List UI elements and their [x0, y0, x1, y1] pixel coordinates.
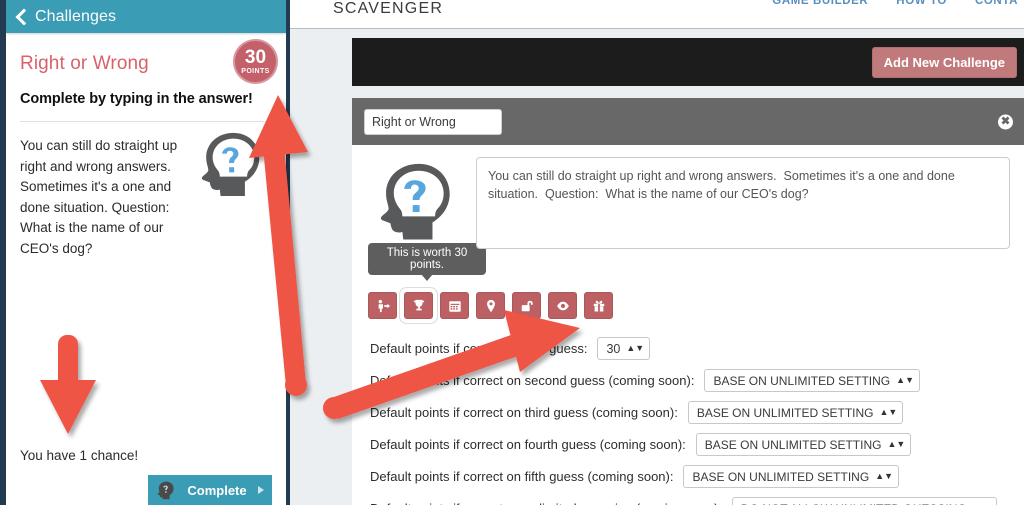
setting-label: Default points if correct on second gues…: [370, 373, 695, 388]
close-circle-icon[interactable]: ✖: [998, 114, 1013, 129]
site-logo-text[interactable]: SCAVENGER: [333, 0, 443, 18]
fourth-guess-points-select[interactable]: BASE ON UNLIMITED SETTING ▲▼: [695, 433, 912, 456]
builder-content: Add New Challenge ✖: [290, 29, 1024, 505]
calendar-icon[interactable]: [440, 292, 469, 319]
select-value: BASE ON UNLIMITED SETTING: [704, 437, 882, 452]
chevron-updown-icon: ▲▼: [887, 438, 906, 449]
setting-row-third-guess: Default points if correct on third guess…: [370, 401, 1024, 424]
trophy-icon[interactable]: [404, 292, 433, 319]
challenge-description-textarea[interactable]: You can still do straight up right and w…: [476, 157, 1010, 249]
complete-button-label: Complete: [187, 482, 247, 498]
add-new-challenge-button[interactable]: Add New Challenge: [871, 46, 1017, 78]
head-question-mark-icon: [156, 480, 176, 500]
setting-label: Default points if correct on fifth guess…: [370, 469, 674, 484]
chevron-updown-icon: ▲▼: [875, 470, 894, 481]
challenge-type-icon-row: [352, 275, 1024, 319]
chances-text: You have 1 chance!: [20, 448, 139, 463]
setting-label: Default points if correct on unlimited g…: [370, 501, 722, 505]
setting-label: Default points if correct on fourth gues…: [370, 437, 686, 452]
second-guess-points-select[interactable]: BASE ON UNLIMITED SETTING ▲▼: [704, 369, 920, 392]
phone-footer: You have 1 chance! Complete: [6, 448, 286, 505]
phone-preview-panel: Challenges 30 POINTS Right or Wrong Comp…: [0, 0, 290, 505]
editor-top-row: This is worth 30 points. You can still d…: [352, 157, 1024, 275]
challenge-settings-form: Default points if correct on first guess…: [352, 319, 1024, 505]
nav-link-game-builder[interactable]: GAME BUILDER: [772, 0, 868, 7]
challenge-editor-panel: ✖ This is worth 30 po: [352, 98, 1024, 505]
nav-link-contact[interactable]: CONTA: [975, 0, 1018, 7]
unlimited-guessing-select[interactable]: DO NOT ALLOW UNLIMITED GUESSING ▲▼: [731, 497, 997, 505]
setting-row-fourth-guess: Default points if correct on fourth gues…: [370, 433, 1024, 456]
setting-row-fifth-guess: Default points if correct on fifth guess…: [370, 465, 1024, 488]
fifth-guess-points-select[interactable]: BASE ON UNLIMITED SETTING ▲▼: [683, 465, 900, 488]
unlock-icon[interactable]: [512, 292, 541, 319]
chevron-updown-icon: ▲▼: [626, 342, 645, 353]
setting-label: Default points if correct on first guess…: [370, 341, 588, 356]
chevron-updown-icon: ▲▼: [879, 406, 898, 417]
points-value: 30: [244, 47, 267, 68]
location-pin-icon[interactable]: [476, 292, 505, 319]
challenge-card: 30 POINTS Right or Wrong Complete by typ…: [6, 33, 286, 122]
site-header: SCAVENGER GAME BUILDER HOW TO CONTA: [290, 0, 1024, 29]
chevron-left-icon[interactable]: [14, 10, 28, 24]
challenge-avatar-column: This is worth 30 points.: [368, 157, 486, 275]
setting-label: Default points if correct on third guess…: [370, 405, 678, 420]
select-value: 30: [606, 341, 621, 356]
game-builder-browser: SCAVENGER GAME BUILDER HOW TO CONTA Add …: [290, 0, 1024, 505]
challenge-description: You can still do straight up right and w…: [20, 138, 178, 256]
head-question-mark-icon: [374, 160, 460, 240]
screenshot-root: Challenges 30 POINTS Right or Wrong Comp…: [0, 0, 1024, 505]
gift-icon[interactable]: [584, 292, 613, 319]
select-value: BASE ON UNLIMITED SETTING: [692, 469, 870, 484]
person-exit-icon[interactable]: [368, 292, 397, 319]
setting-row-first-guess: Default points if correct on first guess…: [370, 337, 1024, 360]
third-guess-points-select[interactable]: BASE ON UNLIMITED SETTING ▲▼: [687, 401, 904, 424]
head-question-mark-icon: [196, 130, 268, 196]
complete-button[interactable]: Complete: [148, 475, 272, 505]
phone-header: Challenges: [6, 0, 286, 33]
nav-link-how-to[interactable]: HOW TO: [896, 0, 947, 7]
points-badge: 30 POINTS: [233, 39, 278, 84]
points-label: POINTS: [241, 68, 270, 75]
back-to-challenges-label[interactable]: Challenges: [35, 8, 116, 26]
first-guess-points-select[interactable]: 30 ▲▼: [597, 337, 651, 360]
setting-row-second-guess: Default points if correct on second gues…: [370, 369, 1024, 392]
challenge-editor-header: ✖: [352, 98, 1024, 145]
challenge-name-input[interactable]: [364, 108, 502, 135]
select-value: DO NOT ALLOW UNLIMITED GUESSING: [741, 502, 967, 505]
challenge-subtitle: Complete by typing in the answer!: [20, 91, 253, 107]
challenge-body: You can still do straight up right and w…: [6, 122, 286, 259]
eye-icon[interactable]: [548, 292, 577, 319]
select-value: BASE ON UNLIMITED SETTING: [696, 405, 874, 420]
site-nav: GAME BUILDER HOW TO CONTA: [772, 0, 1018, 7]
points-tooltip: This is worth 30 points.: [368, 243, 486, 275]
challenge-editor-body: This is worth 30 points. You can still d…: [352, 145, 1024, 505]
chevron-updown-icon: ▲▼: [896, 374, 914, 385]
select-value: BASE ON UNLIMITED SETTING: [713, 373, 891, 388]
builder-toolbar: Add New Challenge: [352, 38, 1024, 86]
chevron-right-icon: [258, 486, 264, 494]
setting-row-unlimited-guessing: Default points if correct on unlimited g…: [370, 497, 1024, 505]
